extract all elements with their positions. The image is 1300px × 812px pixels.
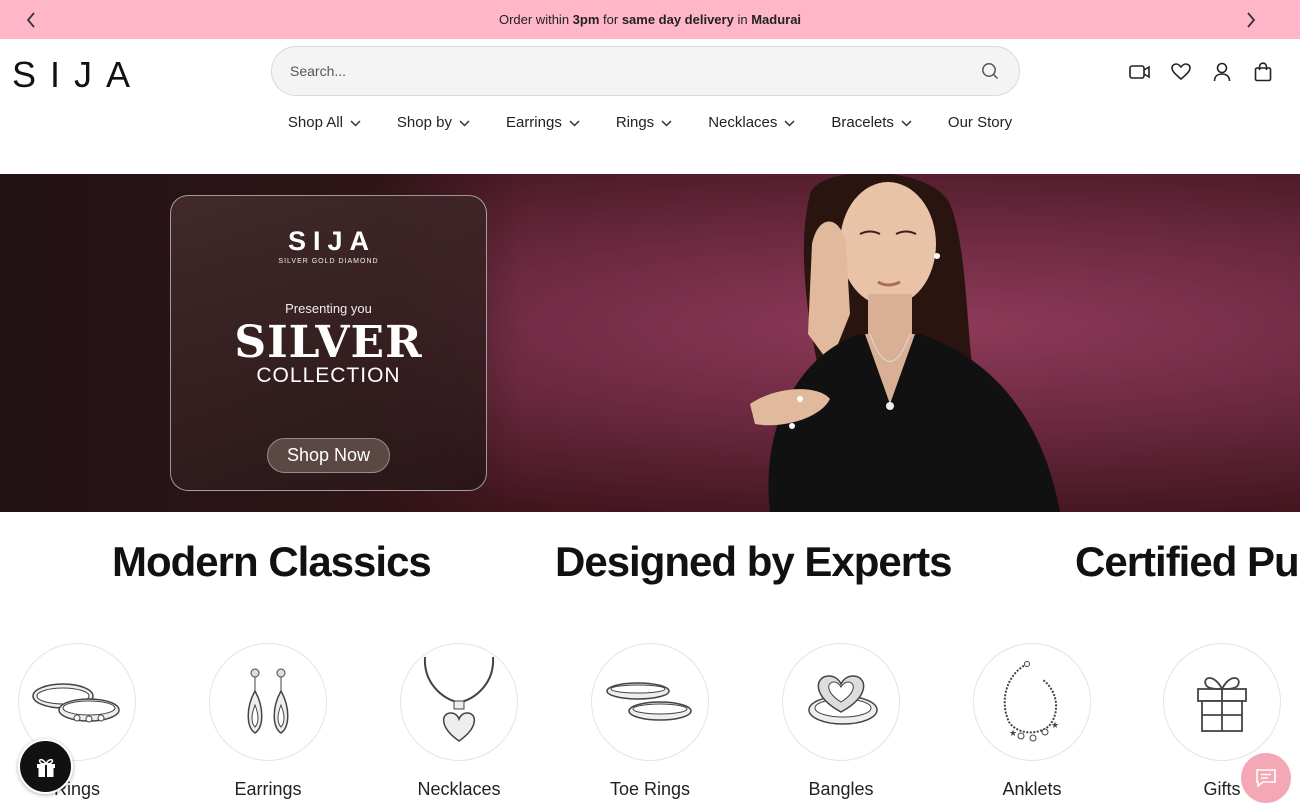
marquee-item: Designed by Experts xyxy=(555,538,952,585)
feature-marquee: Modern Classics Designed by Experts Cert… xyxy=(0,538,1300,594)
marquee-item: Modern Classics xyxy=(112,538,432,585)
necklace-icon xyxy=(423,657,495,742)
nav-our-story[interactable]: Our Story xyxy=(948,114,1012,131)
user-icon[interactable] xyxy=(1210,61,1234,83)
collection-headline: SILVER xyxy=(234,317,423,368)
nav-shop-all[interactable]: Shop All xyxy=(288,114,361,131)
announcement-time: 3pm xyxy=(572,12,600,27)
category-image xyxy=(782,643,900,761)
category-bangles[interactable]: Bangles xyxy=(771,643,911,800)
model-photo xyxy=(750,174,1060,512)
search-bar[interactable] xyxy=(271,46,1020,96)
announcement-middle: for xyxy=(599,12,622,27)
header-actions xyxy=(1128,61,1275,83)
chevron-left-icon xyxy=(26,12,35,28)
chat-floating-button[interactable] xyxy=(1241,753,1291,803)
heart-icon[interactable] xyxy=(1169,61,1193,83)
nav-label: Shop by xyxy=(396,114,452,131)
category-label: Toe Rings xyxy=(609,779,691,799)
nav-earrings[interactable]: Earrings xyxy=(506,114,580,131)
nav-shop-by[interactable]: Shop by xyxy=(397,114,470,131)
announcement-bar: Order within 3pm for same day delivery i… xyxy=(0,0,1300,39)
gift-box-icon xyxy=(1197,677,1247,732)
nav-label: Shop All xyxy=(287,114,343,131)
search-input[interactable] xyxy=(290,63,979,79)
gift-floating-button[interactable] xyxy=(18,739,73,794)
earrings-icon xyxy=(247,668,289,734)
nav-label: Rings xyxy=(615,114,655,131)
nav-necklaces[interactable]: Necklaces xyxy=(708,114,795,131)
category-image: ★ ★ xyxy=(973,643,1091,761)
svg-text:★: ★ xyxy=(1009,728,1017,738)
chevron-right-icon xyxy=(1247,12,1256,28)
rings-icon xyxy=(32,683,120,723)
nav-bracelets[interactable]: Bracelets xyxy=(831,114,912,131)
category-label: Earrings xyxy=(234,779,302,799)
category-earrings[interactable]: Earrings xyxy=(198,643,338,800)
category-label: Bangles xyxy=(808,779,874,799)
main-nav: Shop All Shop by Earrings Rings Necklace… xyxy=(0,114,1300,131)
search-icon[interactable] xyxy=(979,60,1001,82)
card-tagline: SILVER GOLD DIAMOND xyxy=(278,258,379,265)
chevron-down-icon xyxy=(569,120,580,127)
nav-label: Bracelets xyxy=(831,114,894,131)
category-label: Necklaces xyxy=(417,779,501,799)
shop-now-button[interactable]: Shop Now xyxy=(266,438,391,473)
category-label: Anklets xyxy=(1002,779,1062,799)
announcement-city: Madurai xyxy=(751,12,802,27)
announcement-prefix: Order within xyxy=(498,12,573,27)
card-logo: SIJA xyxy=(287,226,377,256)
toe-rings-icon xyxy=(606,682,692,721)
marquee-item: Certified Pu xyxy=(1075,538,1300,585)
nav-label: Earrings xyxy=(505,114,562,131)
category-toe-rings[interactable]: Toe Rings xyxy=(580,643,720,800)
category-image xyxy=(209,643,327,761)
hero-banner[interactable]: SIJA SILVER GOLD DIAMOND Presenting you … xyxy=(0,174,1300,512)
svg-text:★: ★ xyxy=(1051,720,1059,730)
announcement-highlight: same day delivery xyxy=(621,12,734,27)
category-image xyxy=(591,643,709,761)
announcement-in: in xyxy=(733,12,752,27)
category-image xyxy=(400,643,518,761)
nav-label: Necklaces xyxy=(708,114,778,131)
gift-icon xyxy=(36,758,55,777)
chat-icon xyxy=(1256,769,1276,788)
chevron-down-icon xyxy=(350,120,361,127)
chevron-down-icon xyxy=(784,120,795,127)
nav-label: Our Story xyxy=(947,114,1013,131)
bag-icon[interactable] xyxy=(1251,61,1275,83)
bangle-icon xyxy=(808,675,878,725)
chevron-down-icon xyxy=(661,120,672,127)
next-announcement-button[interactable] xyxy=(1240,9,1262,31)
announcement-text: Order within 3pm for same day delivery i… xyxy=(499,12,801,27)
category-anklets[interactable]: ★ ★ Anklets xyxy=(962,643,1102,800)
video-icon[interactable] xyxy=(1128,61,1152,83)
chevron-down-icon xyxy=(459,120,470,127)
anklet-icon: ★★ xyxy=(1003,661,1059,742)
category-image xyxy=(1163,643,1281,761)
presenting-text: Presenting you xyxy=(285,301,372,316)
collection-subheadline: COLLECTION xyxy=(256,364,401,387)
nav-rings[interactable]: Rings xyxy=(616,114,672,131)
chevron-down-icon xyxy=(901,120,912,127)
prev-announcement-button[interactable] xyxy=(20,9,42,31)
site-logo[interactable]: SIJA xyxy=(12,54,144,96)
promo-card: SIJA SILVER GOLD DIAMOND Presenting you … xyxy=(170,195,487,491)
category-necklaces[interactable]: Necklaces xyxy=(389,643,529,800)
